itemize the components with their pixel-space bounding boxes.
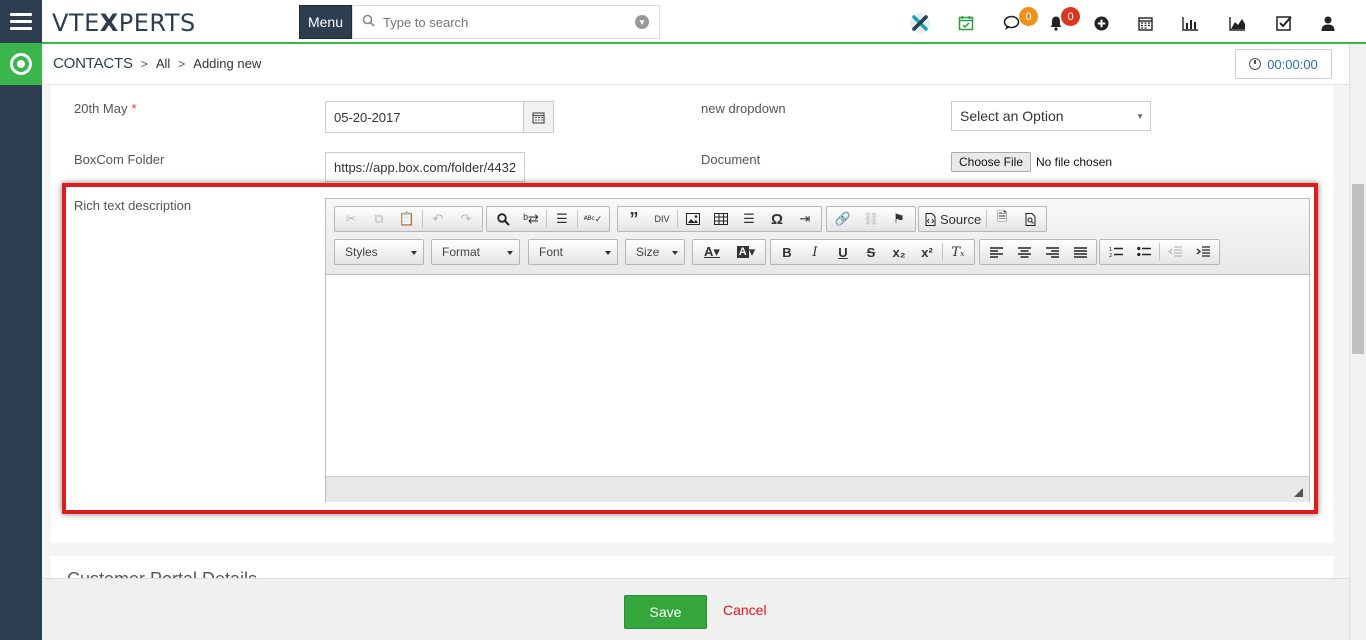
date-label: 20th May * [74,101,137,116]
form-content: 20th May * 05-20-2017 new dropdown Select… [42,85,1349,578]
chevron-right-icon: > [140,56,148,71]
timer-button[interactable]: 00:00:00 [1235,49,1332,79]
menu-button[interactable]: Menu [299,5,352,39]
customer-portal-section: Customer Portal Details [51,556,1333,578]
breadcrumb-current: Adding new [193,56,262,71]
boxcom-label: BoxCom Folder [74,152,165,167]
notification-badge: 0 [1061,7,1080,26]
breadcrumb-list[interactable]: All [156,56,170,71]
top-bar: VTEXPERTS Menu ▾ 0 0 [42,0,1366,44]
date-label-text: 20th May [74,101,128,116]
search-icon [353,14,383,30]
section-title: Customer Portal Details [67,569,257,578]
area-chart-icon[interactable] [1226,12,1248,34]
chevron-down-icon: ▼ [1136,112,1144,121]
search-options-icon[interactable]: ▾ [635,15,649,29]
scrollbar-thumb[interactable] [1352,184,1364,354]
left-rail [0,0,42,640]
user-icon[interactable] [1317,12,1339,34]
app-switcher-icon[interactable] [0,43,42,85]
breadcrumb-module[interactable]: CONTACTS [53,55,133,72]
required-mark: * [131,101,137,116]
task-check-icon[interactable] [1273,12,1295,34]
calendar-icon[interactable] [1134,12,1156,34]
chevron-right-icon: > [178,56,186,71]
vtexperts-x-icon[interactable] [909,12,931,34]
no-file-text: No file chosen [1036,155,1113,169]
sub-header: CONTACTS > All > Adding new 00:00:00 [42,44,1366,85]
boxcom-value: https://app.box.com/folder/4432 [334,159,517,175]
choose-file-button[interactable]: Choose File [951,152,1031,172]
chat-badge: 0 [1019,7,1038,26]
clock-icon [1249,58,1262,70]
logo-text-2: PERTS [118,9,196,37]
new-dropdown-select[interactable]: Select an Option ▼ [951,101,1151,131]
action-footer: Save Cancel [42,578,1349,640]
calendar-icon[interactable] [523,102,553,132]
logo-text-x: X [99,9,119,37]
hamburger-menu-icon[interactable] [0,0,42,43]
cancel-link[interactable]: Cancel [723,602,767,618]
search-input[interactable] [383,14,635,30]
boxcom-folder-input[interactable]: https://app.box.com/folder/4432 [325,152,525,182]
date-field[interactable]: 05-20-2017 [325,101,554,133]
breadcrumb: CONTACTS > All > Adding new [53,55,261,72]
global-search: ▾ [352,5,660,39]
add-icon[interactable] [1090,12,1112,34]
save-button[interactable]: Save [624,595,707,629]
dropdown-value: Select an Option [960,108,1064,124]
dropdown-label: new dropdown [701,101,786,116]
calendar-check-icon[interactable] [955,12,977,34]
logo[interactable]: VTEXPERTS [52,9,196,37]
logo-text-1: VTE [52,9,100,37]
page-scrollbar[interactable] [1349,44,1366,640]
timer-value: 00:00:00 [1267,56,1318,72]
document-label: Document [701,152,761,167]
bar-chart-icon[interactable] [1179,12,1201,34]
highlight-frame [62,183,1318,514]
date-value: 05-20-2017 [334,109,401,125]
